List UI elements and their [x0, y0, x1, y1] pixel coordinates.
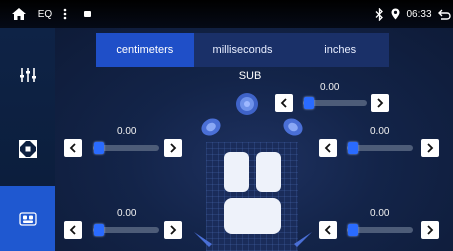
unit-tabs: centimeters milliseconds inches: [96, 33, 390, 67]
clock: 06:33: [406, 8, 432, 20]
sub-decrease-button[interactable]: [275, 94, 293, 112]
rear-left-slider-thumb[interactable]: [94, 224, 104, 236]
front-left-value: 0.00: [117, 126, 137, 137]
front-right-seat: [256, 152, 281, 192]
front-right-speaker-icon: [283, 118, 303, 136]
chevron-right-icon: [427, 225, 434, 235]
equalizer-icon: [19, 68, 36, 82]
bluetooth-icon: [372, 0, 386, 28]
sub-increase-button[interactable]: [371, 94, 389, 112]
chevron-left-icon: [324, 143, 331, 153]
more-vert-icon[interactable]: [60, 0, 70, 28]
chevron-right-icon: [170, 143, 177, 153]
rear-left-value: 0.00: [117, 208, 137, 219]
sub-slider-thumb[interactable]: [304, 97, 314, 109]
front-left-increase-button[interactable]: [164, 139, 182, 157]
chevron-left-icon: [280, 98, 287, 108]
back-icon[interactable]: [437, 0, 451, 28]
front-right-slider-thumb[interactable]: [348, 142, 358, 154]
rear-right-decrease-button[interactable]: [319, 221, 337, 239]
rear-left-increase-button[interactable]: [164, 221, 182, 239]
status-bar: EQ 06:33: [0, 0, 453, 28]
rear-seat: [224, 198, 281, 234]
notification-icon: [82, 0, 92, 28]
chevron-right-icon: [377, 98, 384, 108]
front-right-increase-button[interactable]: [421, 139, 439, 157]
front-left-slider-thumb[interactable]: [94, 142, 104, 154]
app-label: EQ: [37, 8, 53, 20]
rear-right-value: 0.00: [370, 208, 390, 219]
sub-value: 0.00: [320, 82, 340, 93]
front-right-decrease-button[interactable]: [319, 139, 337, 157]
tab-inches[interactable]: inches: [291, 33, 390, 67]
rear-right-slider-thumb[interactable]: [348, 224, 358, 236]
sidebar-item-fader[interactable]: [0, 112, 55, 186]
rear-right-increase-button[interactable]: [421, 221, 439, 239]
car-interior-diagram: [206, 142, 298, 251]
rear-right-speaker-icon: [294, 232, 312, 247]
front-left-seat: [224, 152, 249, 192]
sub-label: SUB: [238, 70, 262, 82]
chevron-right-icon: [427, 143, 434, 153]
rear-left-speaker-icon: [194, 232, 212, 247]
front-right-value: 0.00: [370, 126, 390, 137]
subwoofer-icon: [236, 93, 258, 115]
chevron-right-icon: [170, 225, 177, 235]
home-icon[interactable]: [8, 0, 30, 28]
location-icon: [389, 0, 401, 28]
chevron-left-icon: [69, 225, 76, 235]
tab-milliseconds[interactable]: milliseconds: [193, 33, 292, 67]
tab-centimeters[interactable]: centimeters: [96, 33, 194, 67]
front-left-decrease-button[interactable]: [64, 139, 82, 157]
car-seat-icon: [18, 211, 37, 226]
front-left-speaker-icon: [201, 118, 221, 136]
rear-left-decrease-button[interactable]: [64, 221, 82, 239]
chevron-left-icon: [324, 225, 331, 235]
sidebar-item-equalizer[interactable]: [0, 38, 55, 112]
sidebar: [0, 28, 55, 251]
fader-balance-icon: [18, 140, 37, 158]
sidebar-item-seat-position[interactable]: [0, 186, 55, 251]
chevron-left-icon: [69, 143, 76, 153]
